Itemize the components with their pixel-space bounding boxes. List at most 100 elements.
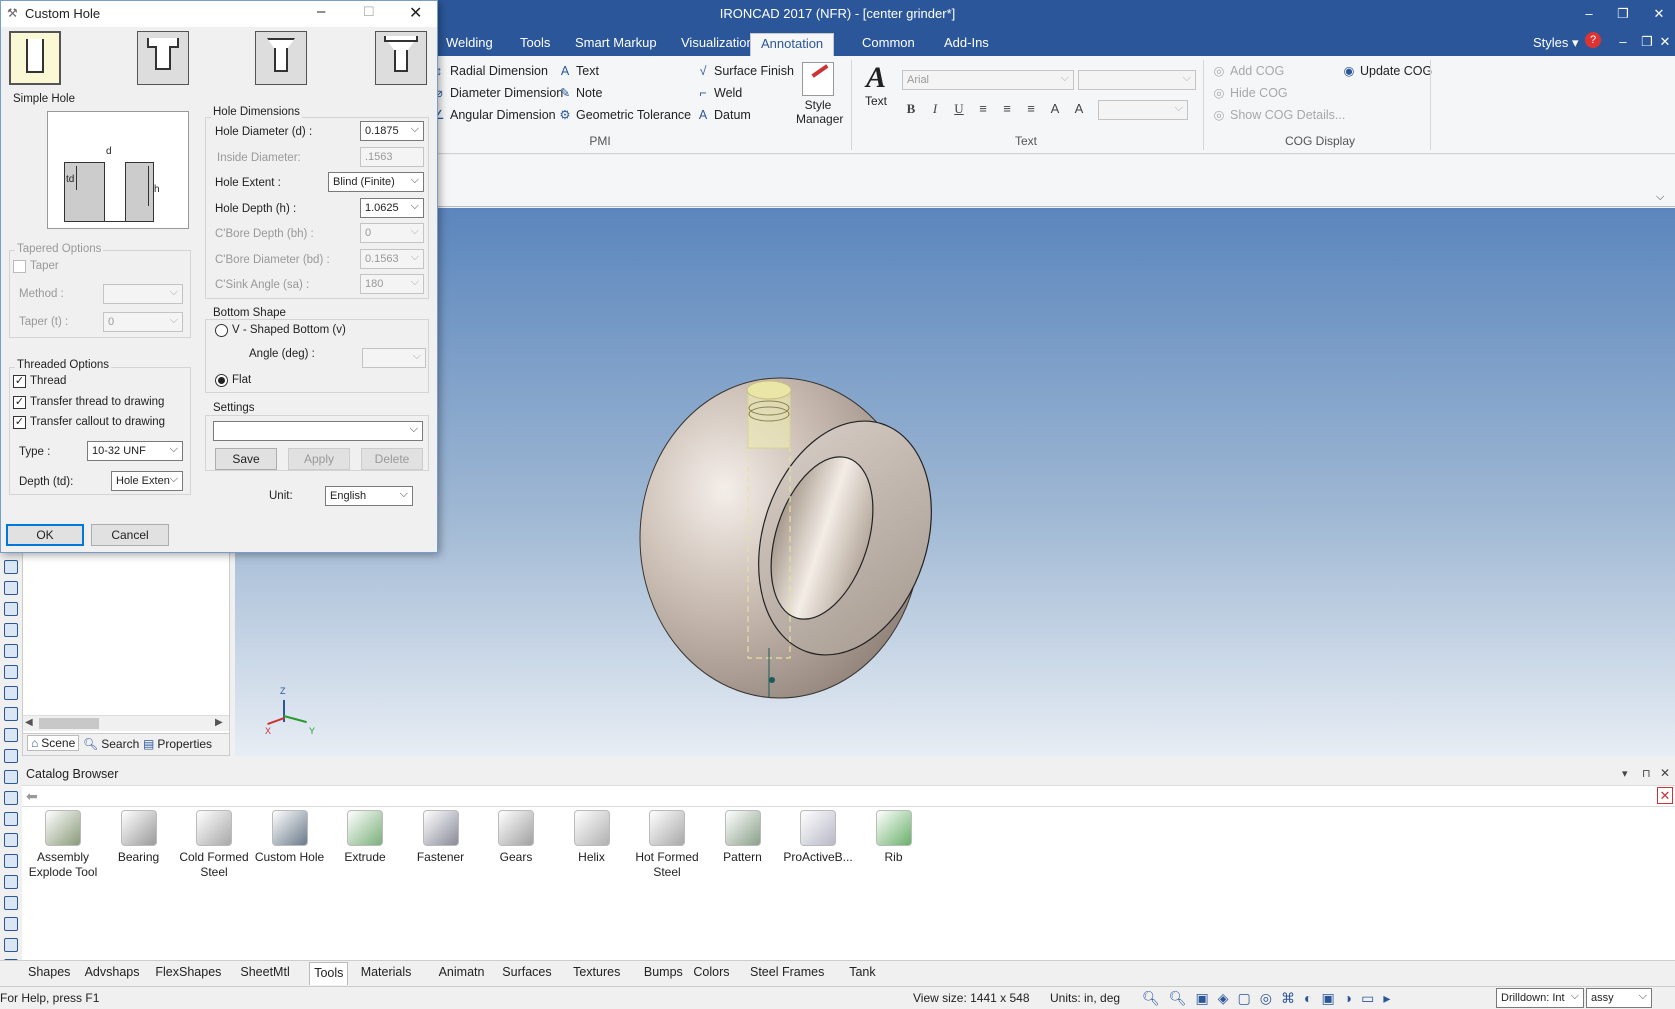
catalog-item-gears[interactable]: Gears xyxy=(477,810,555,865)
dim-field-c-bore-diameter-bd[interactable]: 0.1563 xyxy=(360,248,424,269)
taper-t-combo[interactable]: 0 xyxy=(103,312,183,332)
catalog-tab-bumps[interactable]: Bumps xyxy=(642,965,685,979)
dim-field-hole-diameter-d[interactable]: 0.1875 xyxy=(360,121,424,141)
flat-radio[interactable] xyxy=(215,374,228,387)
text-style-combo[interactable] xyxy=(1098,100,1188,120)
catalog-item-proactiveb[interactable]: ProActiveB... xyxy=(779,810,857,865)
font-name-combo[interactable]: Arial xyxy=(902,70,1074,90)
dim-field-c-bore-depth-bh[interactable]: 0 xyxy=(360,223,424,243)
thread-type-combo[interactable]: 10-32 UNF xyxy=(87,441,183,461)
cancel-button[interactable]: Cancel xyxy=(91,524,169,546)
doc-minimize-button[interactable]: – xyxy=(1612,32,1634,52)
tab-smart-markup[interactable]: Smart Markup xyxy=(565,33,667,56)
catalog-item-hot-formed[interactable]: Hot Formed Steel xyxy=(628,810,706,880)
countersink-hole-type-button[interactable] xyxy=(255,31,307,85)
align-left-icon[interactable]: ≡ xyxy=(974,100,992,118)
left-tool-icon[interactable] xyxy=(4,896,18,910)
counterbore-hole-type-button[interactable] xyxy=(137,31,189,85)
close-app-button[interactable]: ✕ xyxy=(1648,4,1670,24)
thread-checkbox[interactable]: ✓ xyxy=(13,375,26,388)
ribbon-collapse-icon[interactable]: ⌵ xyxy=(1656,191,1664,204)
italic-icon[interactable]: I xyxy=(926,100,944,118)
catalog-item-helix[interactable]: Helix xyxy=(553,810,631,865)
left-tool-icon[interactable] xyxy=(4,938,18,952)
catalog-tab-textures[interactable]: Textures xyxy=(571,965,622,979)
settings-apply-button[interactable]: Apply xyxy=(288,448,350,470)
left-tool-icon[interactable] xyxy=(4,665,18,679)
3d-viewport[interactable]: Z X Y xyxy=(235,208,1675,756)
dim-field-inside-diameter[interactable]: .1563 xyxy=(360,146,424,167)
catalog-item-fastener[interactable]: Fastener xyxy=(402,810,480,865)
minimize-button[interactable]: – xyxy=(1578,4,1600,24)
catalog-item-bearing[interactable]: Bearing xyxy=(100,810,178,865)
catalog-tab-materials[interactable]: Materials xyxy=(359,965,414,979)
add-cog-button[interactable]: ◎ Add COG xyxy=(1212,61,1345,81)
settings-combo[interactable] xyxy=(213,421,423,441)
dim-field-c-sink-angle-sa[interactable]: 180 xyxy=(360,274,424,294)
dialog-minimize-button[interactable]: – xyxy=(317,3,325,20)
pmi-text-button[interactable]: A Text xyxy=(558,61,691,81)
underline-icon[interactable]: U xyxy=(950,100,968,118)
tab-tools[interactable]: Tools xyxy=(510,33,560,56)
shrink-font-icon[interactable]: A xyxy=(1070,100,1088,118)
left-tool-icon[interactable] xyxy=(4,833,18,847)
tab-common[interactable]: Common xyxy=(852,33,925,56)
align-right-icon[interactable]: ≡ xyxy=(1022,100,1040,118)
left-tool-icon[interactable] xyxy=(4,644,18,658)
pmi-note-button[interactable]: ✎ Note xyxy=(558,83,691,103)
v-shaped-radio[interactable] xyxy=(215,324,228,337)
align-center-icon[interactable]: ≡ xyxy=(998,100,1016,118)
assy-combo[interactable]: assy xyxy=(1586,988,1652,1008)
unit-combo[interactable]: English xyxy=(325,486,413,506)
hide-cog-button[interactable]: ◎ Hide COG xyxy=(1212,83,1345,103)
left-tool-icon[interactable] xyxy=(4,812,18,826)
scene-hscrollbar[interactable]: ◀ ▶ xyxy=(23,715,229,731)
scene-tab-scene[interactable]: ⌂ Scene xyxy=(27,735,80,751)
left-tool-icon[interactable] xyxy=(4,581,18,595)
left-tool-icon[interactable] xyxy=(4,791,18,805)
catalog-item-pattern[interactable]: Pattern xyxy=(704,810,782,865)
left-tool-icon[interactable] xyxy=(4,560,18,574)
left-tool-icon[interactable] xyxy=(4,854,18,868)
scene-tab-properties[interactable]: ▤ Properties xyxy=(143,737,212,751)
catalog-remove-icon[interactable]: ✕ xyxy=(1657,787,1673,804)
catalog-dropdown-icon[interactable]: ▾ xyxy=(1622,767,1628,780)
pmi-weld-button[interactable]: ⌐ Weld xyxy=(696,83,794,103)
simple-hole-type-button[interactable] xyxy=(9,31,61,85)
update-cog-button[interactable]: ◉ Update COG xyxy=(1342,61,1433,81)
dim-field-hole-depth-h[interactable]: 1.0625 xyxy=(360,197,424,218)
styles-menu[interactable]: Styles ▾ xyxy=(1523,33,1589,56)
tab-add-ins[interactable]: Add-Ins xyxy=(934,33,999,56)
pmi-diameter-dimension-button[interactable]: ⌀ Diameter Dimension xyxy=(432,83,563,103)
settings-save-button[interactable]: Save xyxy=(215,448,277,470)
transfer-thread-checkbox[interactable]: ✓ xyxy=(13,396,26,409)
catalog-tab-colors[interactable]: Colors xyxy=(691,965,731,979)
restore-button[interactable]: ❐ xyxy=(1612,4,1634,24)
taper-method-combo[interactable] xyxy=(103,284,183,304)
drilldown-combo[interactable]: Drilldown: Int xyxy=(1496,988,1584,1008)
text-big-button[interactable]: A Text xyxy=(858,62,894,109)
v-angle-combo[interactable] xyxy=(362,348,426,368)
dim-field-hole-extent[interactable]: Blind (Finite) xyxy=(328,172,424,192)
catalog-tab-flexshapes[interactable]: FlexShapes xyxy=(153,965,223,979)
tab-annotation[interactable]: Annotation xyxy=(750,33,835,56)
style-manager-button[interactable]: Style Manager xyxy=(796,62,843,126)
catalog-tab-steel-frames[interactable]: Steel Frames xyxy=(748,965,826,979)
scene-tab-search[interactable]: 🔍︎ Search xyxy=(83,737,139,751)
font-size-combo[interactable] xyxy=(1078,70,1196,90)
catalog-item-custom-hole[interactable]: Custom Hole xyxy=(251,810,329,865)
transfer-callout-checkbox[interactable]: ✓ xyxy=(13,416,26,429)
show-cog-details-button[interactable]: ◎ Show COG Details... xyxy=(1212,105,1346,125)
left-tool-icon[interactable] xyxy=(4,770,18,784)
pmi-angular-dimension-button[interactable]: ∠ Angular Dimension xyxy=(432,105,563,125)
status-view-tools[interactable]: 🔍︎🔍︎▣◈▢◎⌘◐▣◑▭▸ xyxy=(1142,990,1399,1007)
catalog-tab-tools[interactable]: Tools xyxy=(309,962,349,985)
csink-cbore-hole-type-button[interactable] xyxy=(375,31,427,85)
pmi-surface-finish-button[interactable]: √ Surface Finish xyxy=(696,61,794,81)
tab-welding[interactable]: Welding xyxy=(436,33,503,56)
pmi-datum-button[interactable]: A Datum xyxy=(696,105,794,125)
catalog-tab-animatn[interactable]: Animatn xyxy=(437,965,487,979)
left-tool-icon[interactable] xyxy=(4,875,18,889)
left-tool-icon[interactable] xyxy=(4,686,18,700)
left-tool-icon[interactable] xyxy=(4,917,18,931)
